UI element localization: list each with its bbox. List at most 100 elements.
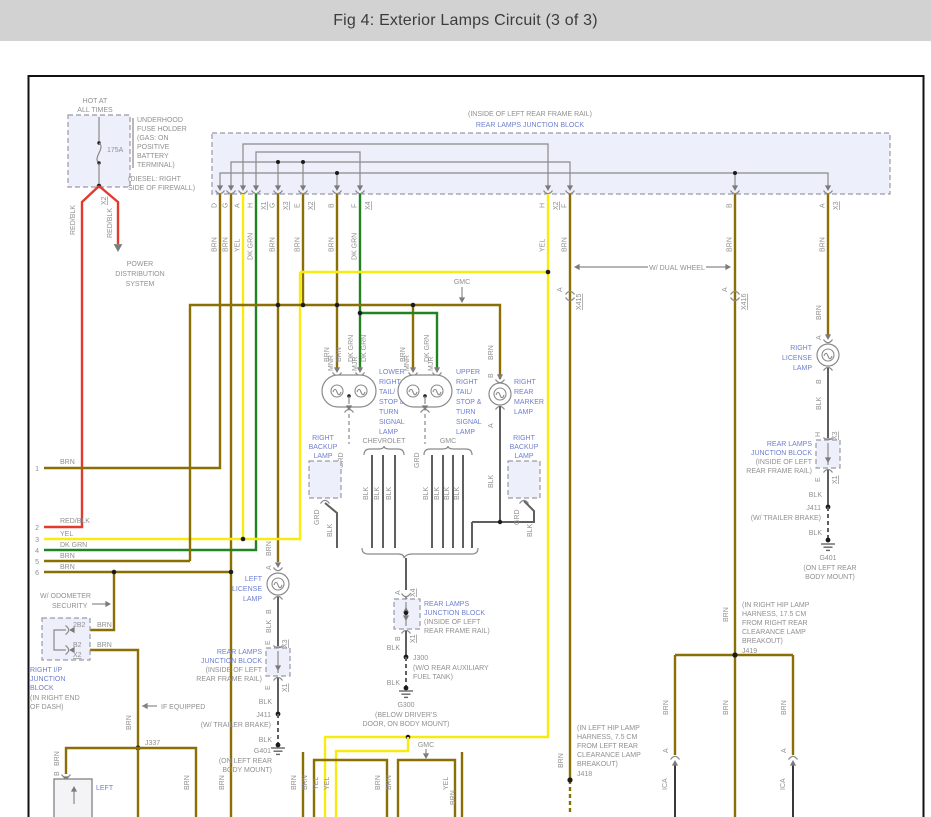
left-license-lamp-column: BRN A LEFT LICENSE LAMP B BLK E X3 REAR … xyxy=(196,541,290,774)
svg-text:BRN: BRN xyxy=(60,459,75,466)
svg-text:JUNCTION BLOCK: JUNCTION BLOCK xyxy=(424,610,485,617)
svg-text:RIGHT: RIGHT xyxy=(456,379,479,386)
right-backup-lamp-left: RIGHT BACKUP LAMP GRD BLK xyxy=(309,435,341,548)
svg-text:A: A xyxy=(557,287,564,292)
svg-text:RIGHT: RIGHT xyxy=(514,379,537,386)
svg-text:RED/BLK: RED/BLK xyxy=(107,208,114,238)
svg-text:X4: X4 xyxy=(365,201,372,210)
svg-text:REAR LAMPS: REAR LAMPS xyxy=(217,649,262,656)
svg-text:F: F xyxy=(562,204,569,208)
svg-text:(INSIDE OF LEFT REAR FRAME RAI: (INSIDE OF LEFT REAR FRAME RAIL) xyxy=(468,111,592,118)
svg-text:J418: J418 xyxy=(577,771,592,778)
svg-text:BODY MOUNT): BODY MOUNT) xyxy=(222,767,272,774)
svg-text:(GAS: ON: (GAS: ON xyxy=(137,135,169,142)
svg-text:RED/BLK: RED/BLK xyxy=(70,205,77,235)
svg-text:BRN: BRN xyxy=(723,700,730,715)
svg-text:HARNESS, 17.5 CM: HARNESS, 17.5 CM xyxy=(742,611,806,618)
svg-text:X4: X4 xyxy=(410,588,417,597)
svg-text:X1: X1 xyxy=(261,201,268,210)
svg-text:FUSE HOLDER: FUSE HOLDER xyxy=(137,126,187,133)
svg-text:(W/O REAR AUXILIARY: (W/O REAR AUXILIARY xyxy=(413,665,489,672)
svg-text:A: A xyxy=(235,203,242,208)
svg-text:YEL: YEL xyxy=(443,777,450,790)
svg-text:BRN: BRN xyxy=(97,622,112,629)
svg-text:CLEARANCE LAMP: CLEARANCE LAMP xyxy=(577,752,641,759)
svg-text:FROM RIGHT REAR: FROM RIGHT REAR xyxy=(742,620,808,627)
svg-text:JUNCTION BLOCK: JUNCTION BLOCK xyxy=(201,658,262,665)
svg-text:DK GRN: DK GRN xyxy=(248,233,255,260)
svg-text:X1: X1 xyxy=(832,475,839,484)
svg-text:6: 6 xyxy=(35,570,39,577)
svg-text:(IN LEFT HIP LAMP: (IN LEFT HIP LAMP xyxy=(577,725,640,732)
svg-text:B: B xyxy=(816,379,823,384)
svg-text:D: D xyxy=(212,203,219,208)
svg-text:FUEL TANK): FUEL TANK) xyxy=(413,674,453,681)
svg-text:(DIESEL: RIGHT: (DIESEL: RIGHT xyxy=(128,176,182,183)
svg-text:BRN: BRN xyxy=(727,237,734,252)
svg-text:BRN: BRN xyxy=(126,715,133,730)
svg-text:CLEARANCE LAMP: CLEARANCE LAMP xyxy=(742,629,806,636)
svg-text:2: 2 xyxy=(35,525,39,532)
svg-text:F: F xyxy=(352,204,359,208)
svg-text:G401: G401 xyxy=(254,748,271,755)
svg-text:BRN: BRN xyxy=(54,751,61,766)
svg-text:REAR: REAR xyxy=(514,389,533,396)
svg-text:REAR FRAME RAIL): REAR FRAME RAIL) xyxy=(746,468,812,475)
wire-brn-b2 xyxy=(72,650,138,748)
svg-text:G401: G401 xyxy=(819,555,836,562)
svg-text:BLK: BLK xyxy=(454,486,461,500)
svg-text:W/ ODOMETER: W/ ODOMETER xyxy=(40,593,91,600)
svg-text:X2: X2 xyxy=(553,201,560,210)
svg-text:A: A xyxy=(488,423,495,428)
svg-text:BLK: BLK xyxy=(259,737,273,744)
svg-text:BRN: BRN xyxy=(270,237,277,252)
gmc-bus-pointer: GMC xyxy=(454,279,470,303)
svg-text:(INSIDE OF LEFT: (INSIDE OF LEFT xyxy=(756,459,813,466)
svg-text:BATTERY: BATTERY xyxy=(137,153,169,160)
svg-text:BLK: BLK xyxy=(423,486,430,500)
rear-lamps-junction-block-top: (INSIDE OF LEFT REAR FRAME RAIL) REAR LA… xyxy=(212,111,891,260)
svg-text:B: B xyxy=(266,609,273,614)
svg-text:SIGNAL: SIGNAL xyxy=(379,419,405,426)
svg-text:(ON LEFT REAR: (ON LEFT REAR xyxy=(219,758,272,765)
svg-text:HARNESS, 7.5 CM: HARNESS, 7.5 CM xyxy=(577,734,637,741)
right-rear-marker-lamp: BRN B A RIGHT REAR MARKER LAMP xyxy=(488,345,544,428)
svg-text:RIGHT: RIGHT xyxy=(513,435,536,442)
svg-text:DISTRIBUTION: DISTRIBUTION xyxy=(115,271,164,278)
svg-text:(INSIDE OF LEFT: (INSIDE OF LEFT xyxy=(424,619,481,626)
svg-text:BRN: BRN xyxy=(219,775,226,790)
svg-text:BACKUP: BACKUP xyxy=(510,444,539,451)
svg-text:BRN: BRN xyxy=(329,237,336,252)
svg-text:BRN: BRN xyxy=(97,642,112,649)
svg-text:BRN: BRN xyxy=(820,237,827,252)
svg-text:BLK: BLK xyxy=(386,486,393,500)
svg-text:TURN: TURN xyxy=(379,409,398,416)
fuse-rating: 175A xyxy=(107,147,124,154)
svg-text:ICA: ICA xyxy=(662,778,669,790)
svg-text:B2: B2 xyxy=(73,642,82,649)
svg-text:LICENSE: LICENSE xyxy=(232,586,262,593)
svg-text:DK GRN: DK GRN xyxy=(352,233,359,260)
svg-text:LAMP: LAMP xyxy=(379,429,398,436)
svg-text:YEL: YEL xyxy=(540,239,547,252)
svg-text:UNDERHOOD: UNDERHOOD xyxy=(137,117,183,124)
svg-text:BLK: BLK xyxy=(327,523,334,537)
right-license-lamp-column: BRN A RIGHT LICENSE LAMP B BLK H X3 REAR… xyxy=(746,305,856,581)
svg-text:BRN: BRN xyxy=(375,775,382,790)
svg-text:A: A xyxy=(663,748,670,753)
svg-text:BRN: BRN xyxy=(223,237,230,252)
svg-text:LAMP: LAMP xyxy=(514,453,533,460)
svg-text:BACKUP: BACKUP xyxy=(309,444,338,451)
svg-text:TERMINAL): TERMINAL) xyxy=(137,162,175,169)
svg-text:BLK: BLK xyxy=(816,396,823,410)
svg-text:BRN: BRN xyxy=(212,237,219,252)
svg-text:GMC: GMC xyxy=(418,742,434,749)
svg-text:ALL TIMES: ALL TIMES xyxy=(77,107,113,114)
svg-text:X2: X2 xyxy=(73,652,82,659)
svg-text:STOP &: STOP & xyxy=(456,399,482,406)
svg-text:LAMP: LAMP xyxy=(456,429,475,436)
svg-text:LAMP: LAMP xyxy=(514,409,533,416)
svg-text:BLK: BLK xyxy=(363,486,370,500)
svg-text:W/ DUAL WHEEL: W/ DUAL WHEEL xyxy=(649,265,705,272)
svg-text:BLK: BLK xyxy=(809,492,823,499)
